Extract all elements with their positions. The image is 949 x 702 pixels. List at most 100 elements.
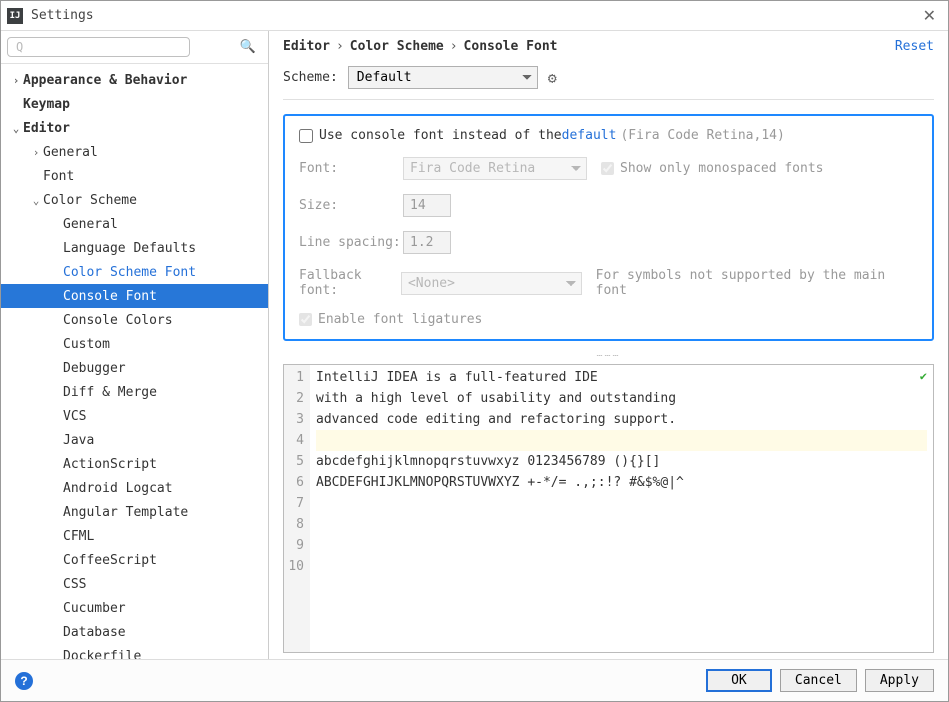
titlebar: IJ Settings ✕: [1, 1, 948, 31]
app-icon: IJ: [7, 8, 23, 24]
tree-item[interactable]: ⌄Color Scheme: [1, 188, 268, 212]
tree-item-label: Java: [63, 433, 94, 448]
tree-item[interactable]: ⌄Editor: [1, 116, 268, 140]
tree-item[interactable]: Custom: [1, 332, 268, 356]
fallback-hint: For symbols not supported by the main fo…: [596, 268, 918, 298]
tree-item-label: Font: [43, 169, 74, 184]
tree-item-label: Console Font: [63, 289, 157, 304]
tree-item[interactable]: ›General: [1, 140, 268, 164]
cancel-button[interactable]: Cancel: [780, 669, 857, 692]
tree-item[interactable]: Database: [1, 620, 268, 644]
fallback-font-label: Fallback font:: [299, 268, 401, 298]
tree-item[interactable]: Console Font: [1, 284, 268, 308]
apply-button[interactable]: Apply: [865, 669, 934, 692]
editor-line: IntelliJ IDEA is a full-featured IDE: [316, 370, 598, 385]
tree-item-label: Console Colors: [63, 313, 173, 328]
editor-text[interactable]: IntelliJ IDEA is a full-featured IDE wit…: [310, 365, 933, 652]
tree-item[interactable]: Language Defaults: [1, 236, 268, 260]
scheme-label: Scheme:: [283, 70, 338, 85]
editor-line: [316, 430, 927, 451]
editor-line: advanced code editing and refactoring su…: [316, 412, 676, 427]
font-select: Fira Code Retina: [403, 157, 587, 180]
tree-item[interactable]: Android Logcat: [1, 476, 268, 500]
tree-item[interactable]: Angular Template: [1, 500, 268, 524]
use-console-font-checkbox[interactable]: [299, 129, 313, 143]
editor-line: ABCDEFGHIJKLMNOPQRSTUVWXYZ +-*/= .,;:!? …: [316, 475, 684, 490]
tree-item[interactable]: Debugger: [1, 356, 268, 380]
tree-item[interactable]: VCS: [1, 404, 268, 428]
tree-item[interactable]: Diff & Merge: [1, 380, 268, 404]
size-label: Size:: [299, 198, 403, 213]
chevron-icon: ⌄: [9, 122, 23, 135]
tree-item-label: Appearance & Behavior: [23, 73, 187, 88]
breadcrumb-part[interactable]: Editor: [283, 39, 330, 54]
tree-item-label: General: [43, 145, 98, 160]
tree-item-label: Cucumber: [63, 601, 126, 616]
gear-icon[interactable]: ⚙: [548, 69, 557, 87]
editor-gutter: 12345678910: [284, 365, 310, 652]
chevron-icon: ›: [29, 146, 43, 159]
tree-item-label: Keymap: [23, 97, 70, 112]
breadcrumb-part[interactable]: Color Scheme: [350, 39, 444, 54]
search-icon: 🔍: [240, 40, 256, 55]
help-icon[interactable]: ?: [15, 672, 33, 690]
editor-line: with a high level of usability and outst…: [316, 391, 676, 406]
tree-item[interactable]: Console Colors: [1, 308, 268, 332]
tree-item-label: Color Scheme: [43, 193, 137, 208]
size-input: [403, 194, 451, 217]
tree-item-label: Dockerfile: [63, 649, 141, 660]
tree-item-label: Diff & Merge: [63, 385, 157, 400]
tree-item[interactable]: General: [1, 212, 268, 236]
scheme-select[interactable]: Default: [348, 66, 538, 89]
panel-resizer[interactable]: ┄┄┄: [269, 349, 948, 364]
settings-tree[interactable]: ›Appearance & BehaviorKeymap⌄Editor›Gene…: [1, 64, 268, 659]
tree-item-label: CFML: [63, 529, 94, 544]
tree-item-label: CoffeeScript: [63, 553, 157, 568]
line-spacing-label: Line spacing:: [299, 235, 403, 250]
tree-item-label: Database: [63, 625, 126, 640]
tree-item-label: ActionScript: [63, 457, 157, 472]
reset-link[interactable]: Reset: [895, 39, 934, 54]
tree-item[interactable]: Keymap: [1, 92, 268, 116]
show-monospace-label: Show only monospaced fonts: [620, 161, 824, 176]
line-spacing-input: [403, 231, 451, 254]
tree-item-label: Angular Template: [63, 505, 188, 520]
tree-item-label: Language Defaults: [63, 241, 196, 256]
default-font-hint: (Fira Code Retina,14): [620, 128, 784, 143]
tree-item-label: VCS: [63, 409, 86, 424]
tree-item[interactable]: Cucumber: [1, 596, 268, 620]
tree-item[interactable]: Java: [1, 428, 268, 452]
default-font-link[interactable]: default: [562, 128, 617, 143]
tree-item-label: Debugger: [63, 361, 126, 376]
button-bar: ? OK Cancel Apply: [1, 659, 948, 701]
tree-item[interactable]: CFML: [1, 524, 268, 548]
checkmark-icon: ✔: [920, 369, 927, 383]
chevron-icon: ⌄: [29, 194, 43, 207]
tree-item-label: Android Logcat: [63, 481, 173, 496]
tree-item[interactable]: ActionScript: [1, 452, 268, 476]
tree-item[interactable]: Dockerfile: [1, 644, 268, 659]
font-label: Font:: [299, 161, 403, 176]
chevron-right-icon: ›: [450, 39, 458, 54]
tree-item[interactable]: Color Scheme Font: [1, 260, 268, 284]
font-preview: 12345678910 IntelliJ IDEA is a full-feat…: [283, 364, 934, 653]
tree-item-label: Color Scheme Font: [63, 265, 196, 280]
tree-item[interactable]: CSS: [1, 572, 268, 596]
editor-line: abcdefghijklmnopqrstuvwxyz 0123456789 ()…: [316, 454, 660, 469]
tree-item-label: Custom: [63, 337, 110, 352]
tree-item[interactable]: Font: [1, 164, 268, 188]
tree-item[interactable]: CoffeeScript: [1, 548, 268, 572]
breadcrumb: Editor › Color Scheme › Console Font Res…: [269, 31, 948, 60]
fallback-font-select: <None>: [401, 272, 582, 295]
close-icon[interactable]: ✕: [917, 6, 942, 26]
tree-item[interactable]: ›Appearance & Behavior: [1, 68, 268, 92]
chevron-right-icon: ›: [336, 39, 344, 54]
window-title: Settings: [31, 8, 94, 23]
chevron-icon: ›: [9, 74, 23, 87]
search-input[interactable]: [7, 37, 190, 57]
ok-button[interactable]: OK: [706, 669, 772, 692]
font-settings-panel: Use console font instead of the default …: [283, 114, 934, 341]
use-console-font-label: Use console font instead of the: [319, 128, 562, 143]
tree-item-label: Editor: [23, 121, 70, 136]
sidebar: 🔍 ›Appearance & BehaviorKeymap⌄Editor›Ge…: [1, 31, 269, 659]
